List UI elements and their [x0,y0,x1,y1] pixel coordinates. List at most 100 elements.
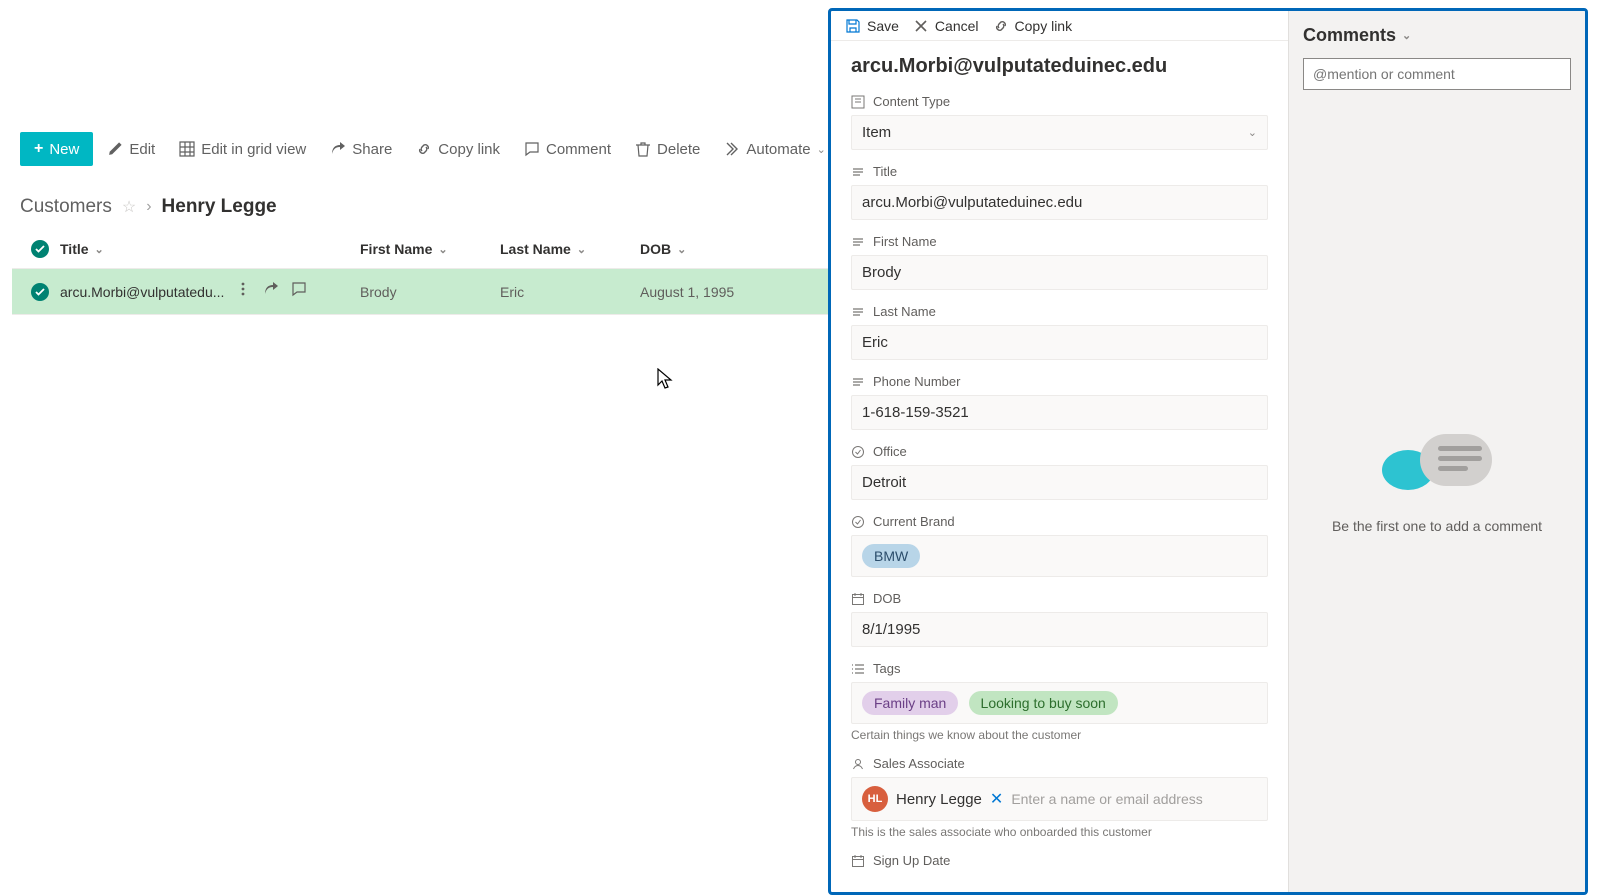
field-associate: Sales Associate HL Henry Legge ✕ Enter a… [851,756,1268,839]
comment-icon [524,141,540,157]
comments-header[interactable]: Comments ⌄ [1303,25,1571,46]
associate-name: Henry Legge [896,791,982,808]
comment-icon[interactable] [291,281,307,297]
chevron-down-icon: ⌄ [817,143,826,156]
flow-icon [724,141,740,157]
comments-empty-text: Be the first one to add a comment [1332,518,1542,534]
automate-button[interactable]: Automate ⌄ [714,135,835,164]
text-icon [851,305,865,319]
choice-icon [851,445,865,459]
edit-grid-button[interactable]: Edit in grid view [169,135,316,164]
delete-button[interactable]: Delete [625,135,710,164]
new-button[interactable]: + New [20,132,93,166]
last-name-input[interactable] [851,325,1268,360]
panel-toolbar: Save Cancel Copy link [831,11,1288,41]
chevron-down-icon: ⌄ [677,243,686,256]
field-dob: DOB [851,591,1268,647]
check-circle-icon [31,283,49,301]
panel-form: Save Cancel Copy link arcu.Morbi@vulputa… [831,11,1289,892]
associate-placeholder: Enter a name or email address [1011,791,1202,807]
col-dob[interactable]: DOB⌄ [640,241,780,257]
speech-bubbles-icon [1382,434,1492,504]
comments-empty-state: Be the first one to add a comment [1303,90,1571,878]
row-first-name: Brody [360,284,500,300]
link-icon [993,18,1009,34]
phone-input[interactable] [851,395,1268,430]
calendar-icon [851,854,865,868]
field-content-type: Content Type Item ⌄ [851,94,1268,150]
tags-desc: Certain things we know about the custome… [851,728,1268,742]
col-last-name[interactable]: Last Name⌄ [500,241,640,257]
row-title[interactable]: arcu.Morbi@vulputatedu... [60,284,224,300]
share-icon[interactable] [263,281,279,297]
field-office: Office [851,444,1268,500]
row-last-name: Eric [500,284,640,300]
field-title: Title [851,164,1268,220]
text-icon [851,375,865,389]
list-icon [851,662,865,676]
first-name-input[interactable] [851,255,1268,290]
cancel-button[interactable]: Cancel [913,18,979,34]
associate-input[interactable]: HL Henry Legge ✕ Enter a name or email a… [851,777,1268,821]
field-signup: Sign Up Date [851,853,1268,868]
chevron-down-icon: ⌄ [95,243,104,256]
field-last-name: Last Name [851,304,1268,360]
grid-icon [179,141,195,157]
share-icon [330,141,346,157]
chevron-down-icon: ⌄ [577,243,586,256]
comment-input[interactable] [1303,58,1571,90]
office-input[interactable] [851,465,1268,500]
chevron-down-icon: ⌄ [1402,29,1411,42]
dob-input[interactable] [851,612,1268,647]
breadcrumb-current: Henry Legge [162,196,277,218]
row-actions [235,281,307,297]
ellipsis-vertical-icon[interactable] [235,281,251,297]
title-input[interactable] [851,185,1268,220]
chevron-down-icon: ⌄ [438,243,447,256]
edit-panel: Save Cancel Copy link arcu.Morbi@vulputa… [828,8,1588,895]
row-select[interactable] [20,283,60,301]
avatar: HL [862,786,888,812]
row-dob: August 1, 1995 [640,284,780,300]
comment-button[interactable]: Comment [514,135,621,164]
save-button[interactable]: Save [845,18,899,34]
field-phone: Phone Number [851,374,1268,430]
col-title[interactable]: Title⌄ [60,241,360,257]
col-first-name[interactable]: First Name⌄ [360,241,500,257]
associate-desc: This is the sales associate who onboarde… [851,825,1268,839]
chevron-down-icon: ⌄ [1248,126,1257,139]
panel-scroll[interactable]: arcu.Morbi@vulputateduinec.edu Content T… [831,41,1288,892]
content-type-select[interactable]: Item ⌄ [851,115,1268,150]
field-first-name: First Name [851,234,1268,290]
remove-person-button[interactable]: ✕ [990,789,1003,809]
tag-pill: Family man [862,691,958,715]
close-icon [913,18,929,34]
item-title: arcu.Morbi@vulputateduinec.edu [851,55,1268,78]
select-all[interactable] [20,240,60,258]
tags-input[interactable]: Family man Looking to buy soon [851,682,1268,724]
tag-pill: Looking to buy soon [969,691,1118,715]
panel-copy-link-button[interactable]: Copy link [993,18,1073,34]
plus-icon: + [34,140,43,158]
edit-button[interactable]: Edit [97,135,165,164]
text-icon [851,165,865,179]
content-type-icon [851,95,865,109]
calendar-icon [851,592,865,606]
text-icon [851,235,865,249]
check-circle-icon [31,240,49,258]
link-icon [416,141,432,157]
field-brand: Current Brand BMW [851,514,1268,577]
share-button[interactable]: Share [320,135,402,164]
copy-link-button[interactable]: Copy link [406,135,510,164]
person-icon [851,757,865,771]
chevron-right-icon: › [146,198,151,216]
save-icon [845,18,861,34]
breadcrumb-list[interactable]: Customers [20,196,112,218]
field-tags: Tags Family man Looking to buy soon Cert… [851,661,1268,742]
pencil-icon [107,141,123,157]
brand-pill: BMW [862,544,920,568]
new-label: New [49,141,79,158]
brand-input[interactable]: BMW [851,535,1268,577]
star-icon[interactable]: ☆ [122,197,136,217]
comments-pane: Comments ⌄ Be the first one to add a com… [1289,11,1585,892]
